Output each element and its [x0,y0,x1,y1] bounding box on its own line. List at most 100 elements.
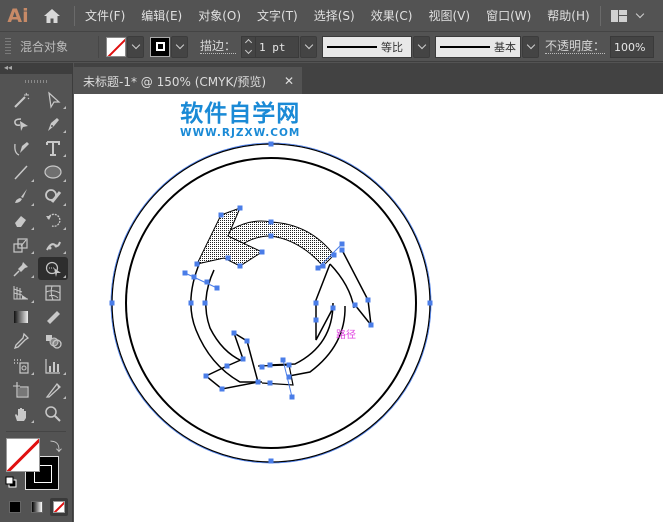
workspace-switcher-button[interactable] [610,9,644,22]
anchor-point[interactable] [237,263,243,269]
menu-file[interactable]: 文件(F) [85,7,133,24]
perspective-grid-tool[interactable] [6,282,36,305]
anchor-point[interactable] [203,373,209,379]
menu-edit[interactable]: 编辑(E) [133,7,190,24]
opacity-input[interactable]: 100% [610,35,655,58]
fill-swatch[interactable] [106,36,126,57]
anchor-point[interactable] [330,305,336,311]
anchor-point[interactable] [320,263,326,269]
inner-circle[interactable] [125,157,417,449]
anchor-point[interactable] [237,205,243,211]
menu-object[interactable]: 对象(O) [190,7,249,24]
anchor-point[interactable] [225,255,231,261]
menu-view[interactable]: 视图(V) [420,7,478,24]
ellipse-tool[interactable] [38,161,68,184]
slice-tool[interactable] [38,378,68,401]
anchor-point[interactable] [339,241,345,247]
anchor-point[interactable] [231,330,237,336]
brush-definition[interactable]: 基本 [435,35,522,58]
column-graph-tool[interactable] [38,354,68,377]
puppet-warp-tool[interactable] [38,233,68,256]
anchor-point[interactable] [268,219,274,225]
document-tab[interactable]: 未标题-1* @ 150% (CMYK/预览) ✕ [74,67,302,96]
arrowhead-right-left[interactable] [315,263,331,320]
close-icon[interactable]: ✕ [284,74,294,88]
opacity-label[interactable]: 不透明度： [545,39,606,54]
anchor-point[interactable] [182,270,188,276]
menu-effect[interactable]: 效果(C) [363,7,421,24]
hand-tool[interactable] [6,402,36,425]
pen-tool[interactable] [38,112,68,135]
menu-help[interactable]: 帮助(H) [539,7,597,24]
rotate-tool[interactable] [38,209,68,232]
stroke-weight-dropdown[interactable] [300,35,318,58]
anchor-point[interactable] [255,379,261,385]
measure-tool[interactable] [38,306,68,329]
anchor-point[interactable] [109,300,115,306]
anchor-point[interactable] [268,458,274,464]
anchor-point[interactable] [202,300,208,306]
anchor-point[interactable] [427,300,433,306]
line-segment-tool[interactable] [6,161,36,184]
curvature-tool[interactable] [6,136,36,159]
stroke-dropdown[interactable] [171,35,188,58]
color-mode-button[interactable] [6,498,24,516]
anchor-point[interactable] [218,212,224,218]
anchor-point[interactable] [214,285,220,291]
stroke-swatch[interactable] [150,36,170,57]
menu-window[interactable]: 窗口(W) [478,7,539,24]
anchor-point[interactable] [368,322,374,328]
outer-circle[interactable] [111,143,431,463]
swap-fill-stroke-icon[interactable]: ⤵ [50,438,62,455]
anchor-point[interactable] [331,252,337,258]
anchor-point[interactable] [188,300,194,306]
anchor-point[interactable] [267,362,273,368]
anchor-point[interactable] [204,279,210,285]
anchor-point[interactable] [313,300,319,306]
anchor-point[interactable] [259,364,265,370]
eyedropper-tool[interactable] [6,330,36,353]
none-mode-button[interactable] [50,497,68,516]
brush-dropdown[interactable] [522,35,540,58]
anchor-point[interactable] [244,338,250,344]
anchor-point[interactable] [286,374,292,380]
anchor-point[interactable] [259,249,265,255]
panel-grip[interactable] [5,37,11,56]
anchor-point[interactable] [352,302,358,308]
anchor-point[interactable] [365,297,371,303]
anchor-point[interactable] [286,362,292,368]
magic-wand-tool[interactable] [6,88,36,111]
anchor-point[interactable] [219,386,225,392]
fill-color-box[interactable] [6,437,40,472]
collapse-panel-icon[interactable]: ◂◂ [4,63,12,73]
anchor-point[interactable] [315,265,321,271]
stroke-weight-stepper[interactable] [241,35,256,58]
blend-tool[interactable] [38,330,68,353]
anchor-point[interactable] [339,247,345,253]
tools-panel-grip[interactable] [0,74,72,88]
anchor-point[interactable] [280,357,286,363]
zoom-tool[interactable] [38,402,68,425]
menu-type[interactable]: 文字(T) [249,7,306,24]
anchor-point[interactable] [191,274,197,280]
ring-right-inner[interactable] [288,305,346,377]
variable-width-profile[interactable]: 等比 [322,35,413,58]
paintbrush-tool[interactable] [6,185,36,208]
anchor-point[interactable] [313,317,319,323]
anchor-point[interactable] [194,261,200,267]
ring-right-outer[interactable] [329,263,355,309]
symbol-sprayer-tool[interactable] [6,354,36,377]
artboard-canvas[interactable]: 软件自学网 WWW.RJZXW.COM 路径 [74,94,663,522]
stroke-weight-input[interactable]: 1 pt [255,35,300,58]
mesh-tool[interactable] [38,282,68,305]
anchor-point[interactable] [268,233,274,239]
stroke-label[interactable]: 描边： [200,39,237,54]
home-icon[interactable] [36,0,68,31]
anchor-point[interactable] [289,394,295,400]
artboard-tool[interactable] [6,378,36,401]
shape-builder-tool[interactable] [38,257,68,281]
direct-selection-tool[interactable] [38,88,68,111]
shaper-tool[interactable] [38,185,68,208]
lasso-tool[interactable] [6,112,36,135]
scale-tool[interactable] [6,233,36,256]
